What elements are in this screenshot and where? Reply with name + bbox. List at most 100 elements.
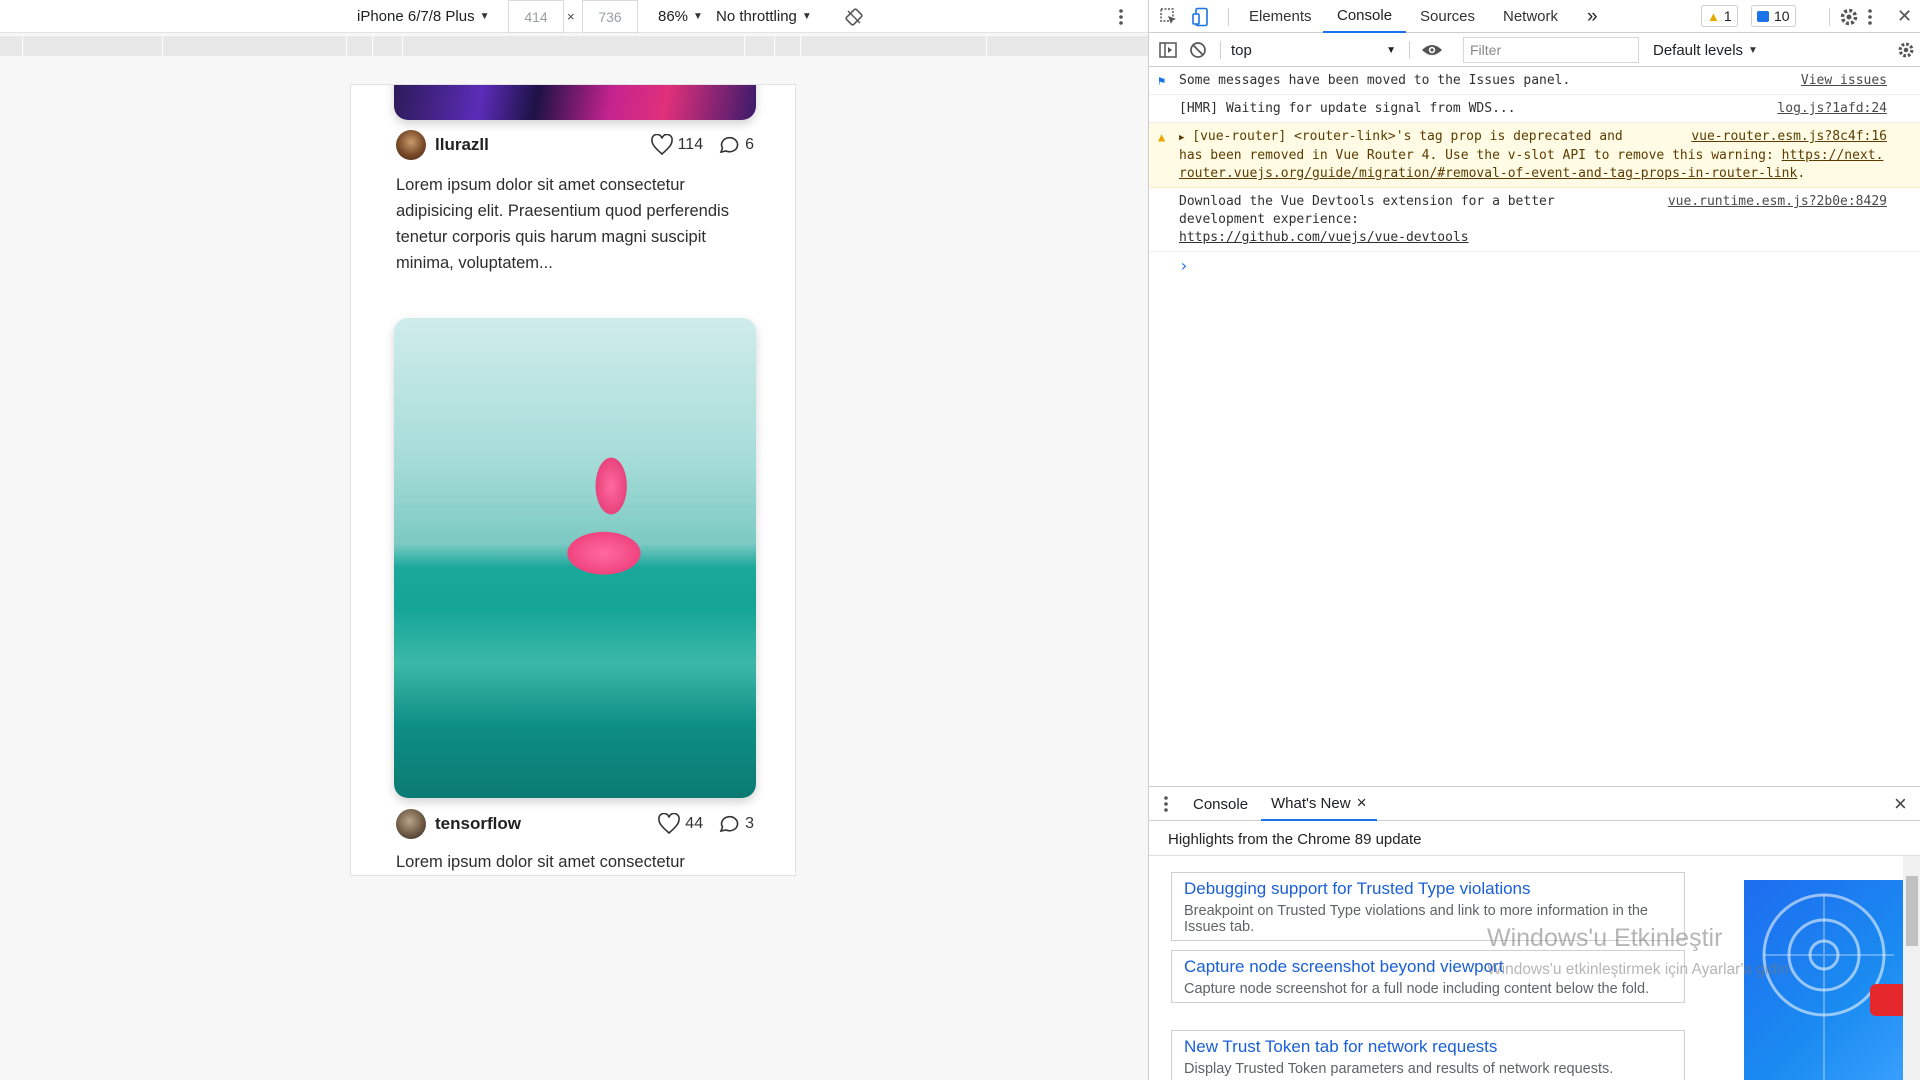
message-punctuation: . (1797, 166, 1806, 181)
throttling-select[interactable]: No throttling (716, 0, 812, 33)
message-flag-icon (1757, 10, 1769, 22)
source-link[interactable]: vue-router.esm.js?8c4f:16 (1691, 128, 1887, 146)
drawer-tab-label: What's New (1271, 794, 1351, 812)
like-count[interactable]: 44 (657, 813, 703, 835)
drawer-tab-whats-new[interactable]: What's New × (1261, 787, 1377, 821)
close-devtools-icon[interactable]: ✕ (1897, 0, 1912, 33)
message-flag-icon: ⚑ (1158, 74, 1166, 88)
console-message-hmr: [HMR] Waiting for update signal from WDS… (1149, 95, 1920, 123)
comment-count-value: 6 (745, 136, 754, 153)
comment-icon (719, 815, 739, 833)
message-count-badge[interactable]: 10 (1751, 5, 1796, 27)
tab-sources[interactable]: Sources (1420, 0, 1475, 33)
console-settings-gear-icon[interactable] (1897, 33, 1915, 67)
vue-devtools-link[interactable]: https://github.com/vuejs/vue-devtools (1179, 229, 1887, 247)
like-count[interactable]: 114 (650, 134, 704, 156)
comment-count[interactable]: 3 (717, 813, 754, 835)
width-input[interactable]: 414 (508, 0, 564, 33)
message-text: has been removed in Vue Router 4. Use th… (1179, 147, 1887, 183)
media-query-ruler[interactable] (0, 36, 1148, 56)
drawer-scrollbar[interactable] (1903, 856, 1920, 1080)
heart-icon (650, 134, 673, 156)
scrollbar-thumb[interactable] (1906, 876, 1918, 946)
more-tabs-button[interactable]: » (1587, 0, 1598, 33)
sidebar-toggle-icon[interactable] (1159, 33, 1177, 67)
news-title[interactable]: Debugging support for Trusted Type viola… (1184, 878, 1672, 900)
source-link[interactable]: vue.runtime.esm.js?2b0e:8429 (1668, 193, 1887, 211)
ruler-segment[interactable] (162, 36, 346, 56)
news-description: Display Trusted Token parameters and res… (1184, 1061, 1614, 1077)
message-text: Some messages have been moved to the Iss… (1179, 73, 1571, 88)
drawer-kebab-menu-icon[interactable] (1163, 787, 1169, 821)
toolbar-divider (1409, 41, 1410, 59)
inspect-icon[interactable] (1159, 0, 1179, 33)
eye-icon[interactable] (1421, 33, 1443, 67)
close-tab-icon[interactable]: × (1357, 793, 1367, 813)
expand-arrow-icon[interactable]: ▶ (1179, 133, 1184, 143)
username[interactable]: tensorflow (435, 814, 643, 834)
heart-icon (658, 813, 681, 835)
comment-count-value: 3 (745, 815, 754, 832)
device-toggle-icon[interactable] (1191, 0, 1211, 33)
height-input[interactable]: 736 (582, 0, 638, 33)
ruler-segment[interactable] (986, 36, 1124, 56)
whats-new-heading: Highlights from the Chrome 89 update (1168, 831, 1422, 848)
post-image[interactable] (394, 318, 756, 798)
like-count-value: 114 (677, 136, 704, 153)
rotate-icon[interactable] (845, 0, 863, 33)
message-count: 10 (1774, 8, 1790, 24)
filter-input[interactable]: Filter (1463, 37, 1639, 63)
comment-icon (719, 136, 739, 154)
tab-console[interactable]: Console (1323, 0, 1407, 33)
warning-count-badge[interactable]: ▲ 1 (1701, 5, 1738, 27)
zoom-select[interactable]: 86% (658, 0, 703, 33)
post-meta: tensorflow 44 3 (396, 808, 754, 840)
toolbar-divider (1829, 8, 1830, 26)
drawer-tab-console[interactable]: Console (1193, 787, 1248, 821)
prompt-caret: › (1179, 256, 1189, 275)
post-caption: Lorem ipsum dolor sit amet consectetur (396, 853, 685, 871)
message-text-line: has been removed in Vue Router 4. Use th… (1179, 148, 1782, 163)
ruler-segment[interactable] (346, 36, 372, 56)
message-text-line: development experience: (1179, 212, 1360, 227)
avatar[interactable] (396, 130, 426, 160)
tab-elements[interactable]: Elements (1249, 0, 1312, 33)
windows-activation-watermark: Windows'u Etkinleştir Windows'u etkinleş… (1487, 924, 1793, 984)
chevron-down-icon: ▼ (1386, 44, 1396, 56)
ruler-segment[interactable] (22, 36, 162, 56)
ruler-segment[interactable] (800, 36, 986, 56)
clear-console-icon[interactable] (1189, 33, 1207, 67)
console-prompt[interactable]: › (1149, 252, 1920, 279)
drawer-tabbar: Console What's New × × (1149, 787, 1920, 821)
username[interactable]: llurazll (435, 135, 636, 155)
log-levels-select[interactable]: Default levels (1653, 33, 1758, 67)
news-title[interactable]: New Trust Token tab for network requests (1184, 1036, 1672, 1058)
avatar[interactable] (396, 809, 426, 839)
kebab-menu-icon[interactable] (1867, 0, 1873, 33)
news-card[interactable]: New Trust Token tab for network requests… (1171, 1030, 1685, 1080)
device-select[interactable]: iPhone 6/7/8 Plus (357, 0, 490, 33)
ruler-segment[interactable] (372, 36, 402, 56)
comment-count[interactable]: 6 (717, 134, 754, 156)
close-drawer-icon[interactable]: × (1894, 787, 1907, 821)
source-link[interactable]: log.js?1afd:24 (1777, 100, 1887, 118)
settings-gear-icon[interactable] (1839, 0, 1859, 33)
context-value: top (1231, 41, 1252, 59)
post-meta: llurazll 114 6 (396, 129, 754, 161)
tab-network[interactable]: Network (1503, 0, 1558, 33)
view-issues-link[interactable]: View issues (1801, 72, 1887, 90)
warning-icon: ▲ (1158, 130, 1166, 144)
post-image[interactable] (394, 85, 756, 120)
ruler-segment[interactable] (402, 36, 744, 56)
device-viewport-pane: iPhone 6/7/8 Plus 414 × 736 86% No throt… (0, 0, 1148, 1080)
console-message-issues: ⚑ Some messages have been moved to the I… (1149, 67, 1920, 95)
context-select[interactable]: top ▼ (1231, 33, 1396, 67)
phone-screen: llurazll 114 6 Lorem ipsum dolor sit ame… (350, 84, 796, 876)
ruler-segment[interactable] (744, 36, 774, 56)
warning-icon: ▲ (1707, 8, 1720, 24)
device-toolbar: iPhone 6/7/8 Plus 414 × 736 86% No throt… (0, 0, 1148, 33)
message-text: [HMR] Waiting for update signal from WDS… (1179, 101, 1516, 116)
ruler-segment[interactable] (774, 36, 800, 56)
device-kebab-menu-icon[interactable] (1118, 0, 1124, 33)
console-warning-router[interactable]: ▲ ▶ [vue-router] <router-link>'s tag pro… (1149, 123, 1920, 188)
